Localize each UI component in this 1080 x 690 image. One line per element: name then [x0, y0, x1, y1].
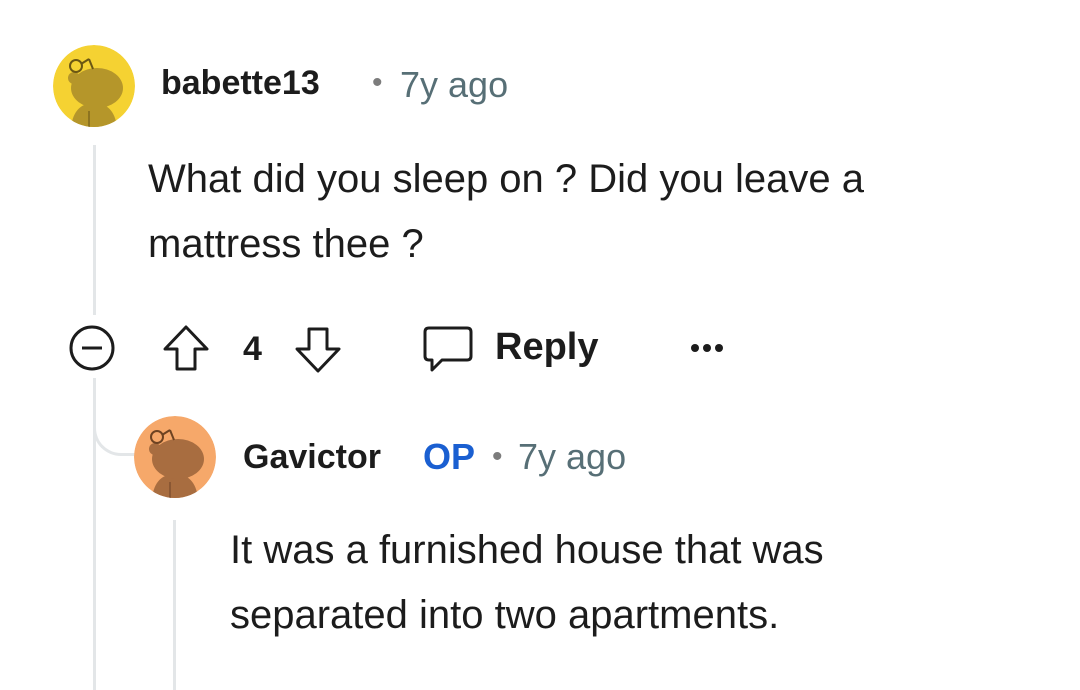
downvote-button[interactable] [292, 324, 344, 376]
snoo-avatar-icon [53, 45, 135, 127]
avatar[interactable] [134, 416, 216, 498]
avatar[interactable] [53, 45, 135, 127]
comment-bubble-icon [423, 326, 473, 372]
upvote-button[interactable] [160, 322, 212, 374]
op-badge: OP [423, 436, 476, 477]
comment-author[interactable]: babette13 [161, 64, 320, 103]
reply-label: Reply [495, 326, 599, 368]
snoo-avatar-icon [134, 416, 216, 498]
comment-author[interactable]: Gavictor [243, 438, 381, 477]
reply-button[interactable]: Reply [420, 320, 620, 376]
meta-separator: • [372, 66, 383, 99]
downvote-icon [295, 327, 341, 373]
comment-timestamp[interactable]: 7y ago [518, 436, 626, 478]
thread-line-root[interactable] [93, 145, 96, 315]
collapse-icon [69, 325, 115, 371]
thread-line-reply[interactable] [173, 520, 176, 690]
more-options-button[interactable] [688, 336, 732, 360]
comment-timestamp[interactable]: 7y ago [400, 64, 508, 106]
comment-body: What did you sleep on ? Did you leave a … [148, 157, 864, 266]
thread-connector [93, 378, 138, 456]
more-options-icon [691, 344, 723, 352]
upvote-icon [163, 325, 209, 371]
collapse-button[interactable] [66, 322, 118, 374]
meta-separator: • [492, 440, 503, 473]
vote-score: 4 [243, 330, 262, 368]
comment-body: It was a furnished house that was separa… [230, 528, 824, 637]
